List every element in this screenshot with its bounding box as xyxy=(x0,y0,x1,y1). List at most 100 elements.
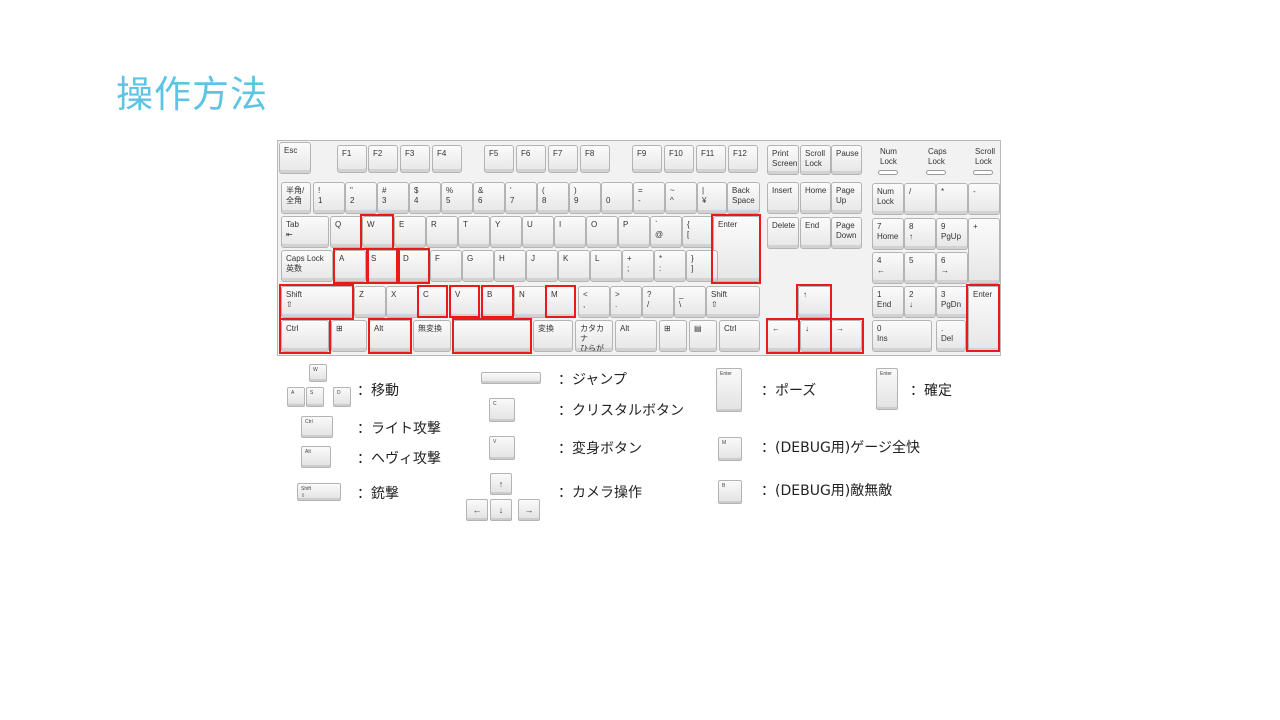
key-f11: F11 xyxy=(696,145,726,173)
key-np4: 4 ← xyxy=(872,252,904,284)
highlight-b xyxy=(481,285,514,318)
key-f8: F8 xyxy=(580,145,610,173)
key-scrolllock: Scroll Lock xyxy=(800,145,831,175)
key-9: ) 9 xyxy=(569,182,601,214)
key-l: L xyxy=(590,250,622,282)
key-esc: Esc xyxy=(279,142,311,174)
legend-gun-key: Shift ⇧ xyxy=(297,483,341,501)
key-period: > . xyxy=(610,286,642,318)
key-pageup: Page Up xyxy=(831,182,862,214)
indicator-scroll-label: Scroll Lock xyxy=(975,147,996,166)
key-minus: = - xyxy=(633,182,665,214)
key-np3: 3 PgDn xyxy=(936,286,968,318)
key-npdot: . Del xyxy=(936,320,966,352)
key-f3: F3 xyxy=(400,145,430,173)
key-r: R xyxy=(426,216,458,248)
highlight-lshift xyxy=(279,284,354,320)
legend-camera-key: ↓ xyxy=(490,499,512,521)
key-numlock: Num Lock xyxy=(872,183,904,215)
key-p: P xyxy=(618,216,650,248)
highlight-lctrl xyxy=(279,318,331,354)
slide-title: 操作方法 xyxy=(116,73,268,116)
key-n: N xyxy=(514,286,546,318)
legend-heavy-key: Alt xyxy=(301,446,331,468)
key-npdiv: / xyxy=(904,183,936,215)
legend-move-label: ：移動 xyxy=(357,383,399,399)
key-hankaku: 半角/ 全角 xyxy=(281,182,311,214)
indicator-caps-led xyxy=(926,170,946,175)
key-np6: 6 → xyxy=(936,252,968,284)
key-f9: F9 xyxy=(632,145,662,173)
key-npplus: + xyxy=(968,218,1000,284)
key-home: Home xyxy=(800,182,831,214)
key-npmul: * xyxy=(936,183,968,215)
key-f10: F10 xyxy=(664,145,694,173)
key-f1: F1 xyxy=(337,145,367,173)
highlight-a xyxy=(333,248,369,284)
highlight-lalt xyxy=(368,318,412,354)
key-np1: 1 End xyxy=(872,286,904,318)
legend-pause-key: Enter xyxy=(716,368,742,412)
key-menu: ▤ xyxy=(689,320,717,352)
legend-jump-key xyxy=(481,372,541,384)
highlight-left xyxy=(766,318,800,354)
key-at: ` @ xyxy=(650,216,682,248)
key-6: & 6 xyxy=(473,182,505,214)
key-backslash: _ \ xyxy=(674,286,706,318)
legend-confirm-key: Enter xyxy=(876,368,898,410)
legend-move-key: W xyxy=(309,364,327,382)
legend-debug-invincible-label: ：(DEBUG用)敵無敵 xyxy=(761,483,893,499)
key-x: X xyxy=(386,286,418,318)
key-2: " 2 xyxy=(345,182,377,214)
legend-camera-key: ↑ xyxy=(490,473,512,495)
legend-crystal-key: C xyxy=(489,398,515,422)
legend-debug-invincible-key: B xyxy=(718,480,742,504)
key-u: U xyxy=(522,216,554,248)
key-pause: Pause xyxy=(831,145,862,175)
key-caret: ~ ^ xyxy=(665,182,697,214)
key-rctrl: Ctrl xyxy=(719,320,760,352)
key-t: T xyxy=(458,216,490,248)
key-kana: カタカナ ひらがな xyxy=(575,320,613,352)
key-1: ! 1 xyxy=(313,182,345,214)
highlight-npenter xyxy=(966,284,1000,352)
key-colon: * : xyxy=(654,250,686,282)
key-7: ' 7 xyxy=(505,182,537,214)
key-lbrace: { [ xyxy=(682,216,714,248)
legend-transform-label: ：変身ボタン xyxy=(558,441,642,457)
indicator-scroll-led xyxy=(973,170,993,175)
key-pagedown: Page Down xyxy=(831,217,862,249)
key-insert: Insert xyxy=(767,182,799,214)
key-np0: 0 Ins xyxy=(872,320,932,352)
key-ralt: Alt xyxy=(615,320,657,352)
key-q: Q xyxy=(330,216,362,248)
legend-debug-gauge-key: M xyxy=(718,437,742,461)
highlight-up xyxy=(796,284,832,320)
legend-transform-key: V xyxy=(489,436,515,460)
key-comma: < , xyxy=(578,286,610,318)
key-np5: 5 xyxy=(904,252,936,284)
indicator-num-led xyxy=(878,170,898,175)
legend-heavy-label: ：ヘヴィ攻撃 xyxy=(357,451,441,467)
key-f6: F6 xyxy=(516,145,546,173)
legend-move-key: A xyxy=(287,387,305,407)
legend-debug-gauge-label: ：(DEBUG用)ゲージ全快 xyxy=(761,440,920,456)
key-j: J xyxy=(526,250,558,282)
key-delete: Delete xyxy=(767,217,799,249)
key-f: F xyxy=(430,250,462,282)
key-np7: 7 Home xyxy=(872,218,904,250)
highlight-v xyxy=(449,285,480,318)
key-tab: Tab ⇤ xyxy=(281,216,329,248)
key-5: % 5 xyxy=(441,182,473,214)
key-g: G xyxy=(462,250,494,282)
key-8: ( 8 xyxy=(537,182,569,214)
key-f7: F7 xyxy=(548,145,578,173)
key-f2: F2 xyxy=(368,145,398,173)
legend-jump-label: ：ジャンプ xyxy=(558,372,627,388)
legend-gun-label: ：銃撃 xyxy=(357,486,399,502)
key-3: # 3 xyxy=(377,182,409,214)
key-muhenkan: 無変換 xyxy=(413,320,451,352)
key-slash: ? / xyxy=(642,286,674,318)
legend-camera-key: ← xyxy=(466,499,488,521)
key-yen: | ¥ xyxy=(697,182,727,214)
